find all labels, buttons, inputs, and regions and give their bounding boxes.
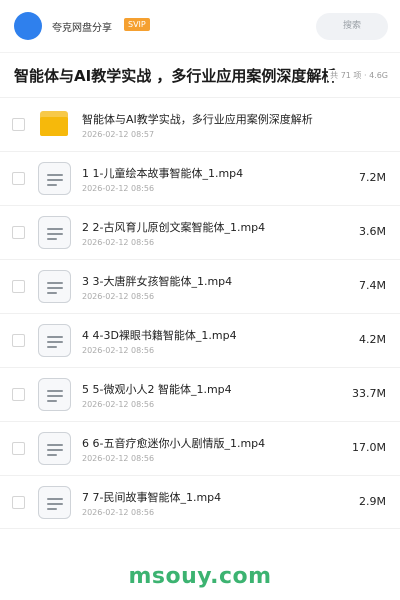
list-item[interactable]: 2 2-古风育儿原创文案智能体_1.mp4 2026-02-12 08:56 3…	[0, 205, 400, 259]
row-checkbox[interactable]	[12, 226, 25, 239]
row-checkbox[interactable]	[12, 172, 25, 185]
svip-badge: SVIP	[124, 18, 150, 31]
file-date: 2026-02-12 08:56	[82, 346, 155, 355]
file-name[interactable]: 6 6-五音疗愈迷你小人剧情版_1.mp4	[82, 435, 265, 451]
list-item[interactable]: 4 4-3D裸眼书籍智能体_1.mp4 2026-02-12 08:56 4.2…	[0, 313, 400, 367]
row-checkbox[interactable]	[12, 118, 25, 131]
page-header: 智能体与AI教学实战 ，多行业应用案例深度解析 共 71 项 · 4.6G	[0, 53, 400, 97]
document-icon	[38, 216, 72, 250]
file-date: 2026-02-12 08:56	[82, 454, 155, 463]
document-icon	[38, 486, 72, 520]
top-bar: 夸克网盘分享 SVIP 搜索	[0, 0, 400, 52]
file-date: 2026-02-12 08:56	[82, 292, 155, 301]
row-checkbox[interactable]	[12, 442, 25, 455]
page-title: 智能体与AI教学实战 ，多行业应用案例深度解析	[14, 67, 337, 85]
file-date: 2026-02-12 08:57	[82, 130, 155, 139]
file-size: 2.9M	[359, 495, 386, 508]
file-size: 4.2M	[359, 333, 386, 346]
document-icon	[38, 162, 72, 196]
row-checkbox[interactable]	[12, 388, 25, 401]
list-item[interactable]: 6 6-五音疗愈迷你小人剧情版_1.mp4 2026-02-12 08:56 1…	[0, 421, 400, 475]
row-checkbox[interactable]	[12, 496, 25, 509]
document-icon	[38, 324, 72, 358]
file-size: 33.7M	[352, 387, 386, 400]
list-item[interactable]: 1 1-儿童绘本故事智能体_1.mp4 2026-02-12 08:56 7.2…	[0, 151, 400, 205]
file-name[interactable]: 7 7-民间故事智能体_1.mp4	[82, 489, 221, 505]
file-size: 7.2M	[359, 171, 386, 184]
file-name[interactable]: 2 2-古风育儿原创文案智能体_1.mp4	[82, 219, 265, 235]
row-checkbox[interactable]	[12, 334, 25, 347]
file-date: 2026-02-12 08:56	[82, 400, 155, 409]
list-item-folder[interactable]: 智能体与AI教学实战，多行业应用案例深度解析 2026-02-12 08:57	[0, 97, 400, 151]
document-icon	[38, 378, 72, 412]
row-checkbox[interactable]	[12, 280, 25, 293]
folder-icon	[38, 108, 72, 142]
file-date: 2026-02-12 08:56	[82, 184, 155, 193]
file-name[interactable]: 1 1-儿童绘本故事智能体_1.mp4	[82, 165, 243, 181]
file-size: 17.0M	[352, 441, 386, 454]
file-size: 3.6M	[359, 225, 386, 238]
file-name[interactable]: 智能体与AI教学实战，多行业应用案例深度解析	[82, 111, 313, 127]
file-list: 智能体与AI教学实战，多行业应用案例深度解析 2026-02-12 08:57 …	[0, 97, 400, 529]
file-name[interactable]: 5 5-微观小人2 智能体_1.mp4	[82, 381, 232, 397]
file-name[interactable]: 4 4-3D裸眼书籍智能体_1.mp4	[82, 327, 237, 343]
avatar[interactable]	[14, 12, 42, 40]
search-input[interactable]: 搜索	[316, 13, 388, 40]
share-title: 夸克网盘分享	[52, 23, 112, 34]
list-item[interactable]: 3 3-大唐胖女孩智能体_1.mp4 2026-02-12 08:56 7.4M	[0, 259, 400, 313]
item-count-meta: 共 71 项 · 4.6G	[328, 70, 388, 81]
list-item[interactable]: 5 5-微观小人2 智能体_1.mp4 2026-02-12 08:56 33.…	[0, 367, 400, 421]
list-item[interactable]: 7 7-民间故事智能体_1.mp4 2026-02-12 08:56 2.9M	[0, 475, 400, 529]
file-name[interactable]: 3 3-大唐胖女孩智能体_1.mp4	[82, 273, 232, 289]
document-icon	[38, 432, 72, 466]
document-icon	[38, 270, 72, 304]
file-date: 2026-02-12 08:56	[82, 508, 155, 517]
file-date: 2026-02-12 08:56	[82, 238, 155, 247]
file-size: 7.4M	[359, 279, 386, 292]
watermark-logo: msouy.com	[128, 564, 272, 589]
